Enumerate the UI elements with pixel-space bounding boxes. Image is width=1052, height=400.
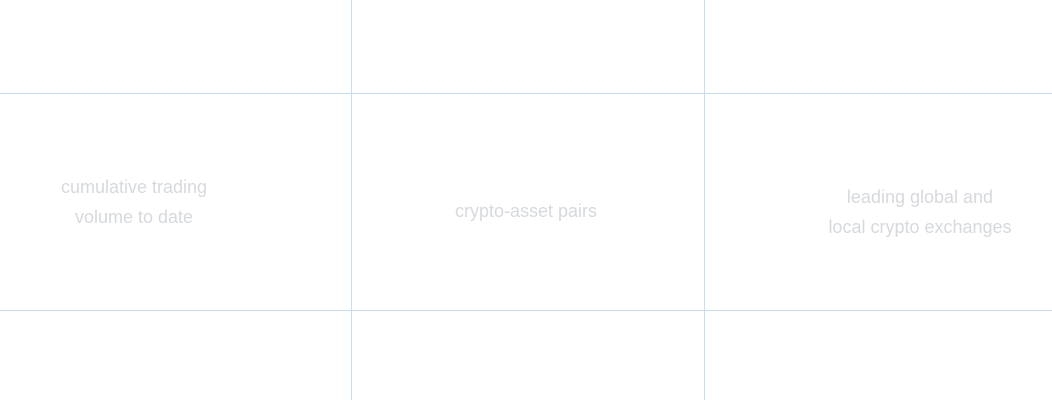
stat-label-line: leading global and (846, 187, 994, 207)
stat-cell-exchanges: leading global and local crypto exchange… (764, 94, 1052, 320)
stat-label-line: volume to date (74, 207, 194, 227)
stat-cell-trading-volume: cumulative trading volume to date (0, 94, 268, 310)
stat-label-line: local crypto exchanges (828, 217, 1012, 237)
stat-cell-asset-pairs: crypto-asset pairs (351, 94, 701, 310)
stat-label-line: crypto-asset pairs (454, 201, 598, 221)
stat-label-trading-volume: cumulative trading volume to date (61, 172, 207, 232)
stat-label-asset-pairs: crypto-asset pairs (455, 196, 597, 226)
stat-label-line: cumulative trading (60, 177, 208, 197)
stats-grid: cumulative trading volume to date crypto… (0, 0, 1052, 400)
stat-label-exchanges: leading global and local crypto exchange… (828, 182, 1011, 242)
grid-line-right (704, 0, 705, 400)
